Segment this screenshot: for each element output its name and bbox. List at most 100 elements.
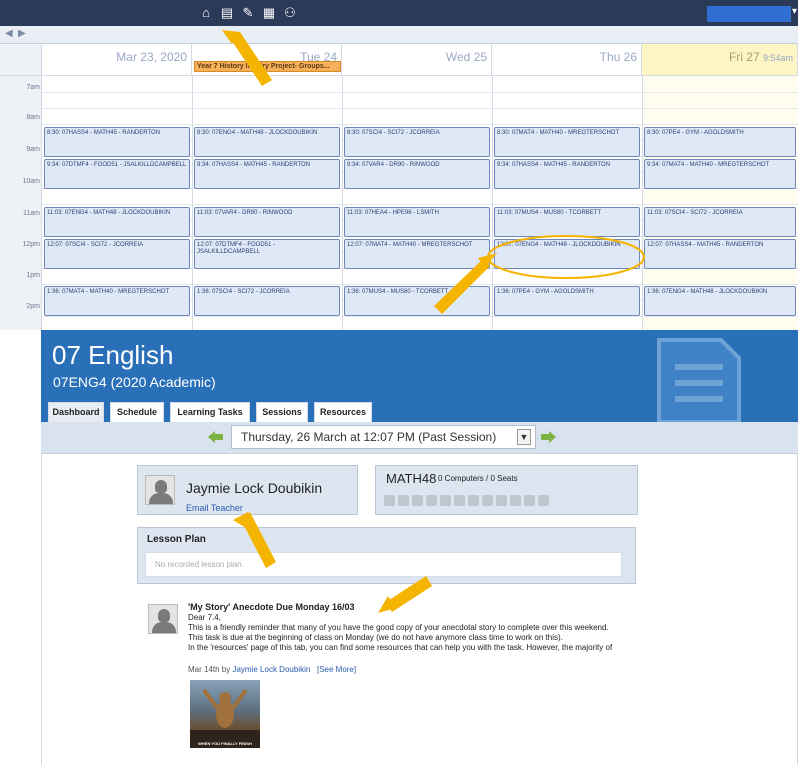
time-label: 9am	[26, 146, 40, 153]
equipment-icon	[538, 495, 549, 506]
user-menu[interactable]	[707, 6, 791, 22]
time-label: 10am	[22, 178, 40, 185]
post-line: This is a friendly reminder that many of…	[188, 623, 609, 632]
class-code: 07ENG4 (2020 Academic)	[53, 374, 216, 390]
time-label: 1pm	[26, 272, 40, 279]
room-equipment-icons	[384, 493, 552, 506]
post-date: Mar 14th by	[188, 665, 231, 674]
post-author-avatar	[148, 604, 178, 634]
equipment-icon	[440, 495, 451, 506]
chevron-down-icon[interactable]: ▼	[517, 429, 531, 445]
avatar	[145, 475, 175, 505]
calendar-nav: ◀ ▶	[0, 26, 798, 44]
post-line: Dear 7.4,	[188, 613, 221, 622]
class-event[interactable]: 8:30: 07MAT4 - MATH40 - MREGTERSCHOT	[494, 127, 640, 157]
class-event[interactable]: 12:07: 07DTMF4 - FOOD51 - JSALKILLDCAMPB…	[194, 239, 340, 269]
class-event[interactable]: 1:36: 07MUS4 - MUS80 - TCORBETT	[344, 286, 490, 316]
class-event[interactable]: 9:34: 07DTMF4 - FOOD51 - JSALKILLDCAMPBE…	[44, 159, 190, 189]
arrow-right-icon[interactable]	[541, 431, 556, 443]
class-event[interactable]: 12:07: 07HASS4 - MATH45 - RANDERTON	[644, 239, 796, 269]
page-title: 07 English	[52, 340, 174, 370]
teacher-name: Jaymie Lock Doubikin	[186, 480, 323, 496]
day-header[interactable]: Mar 23, 2020	[42, 44, 192, 76]
class-event[interactable]: 9:34: 07HASS4 - MATH45 - RANDERTON	[494, 159, 640, 189]
home-icon[interactable]: ⌂	[198, 5, 214, 21]
see-more-link[interactable]: [See More]	[317, 665, 356, 674]
equipment-icon	[398, 495, 409, 506]
corner-cell	[0, 44, 42, 76]
class-event[interactable]: 12:07: 07MAT4 - MATH40 - MREGTERSCHOT	[344, 239, 490, 269]
tab-learning-tasks[interactable]: Learning Tasks	[170, 402, 250, 422]
calendar-icon[interactable]: ▤	[219, 5, 235, 21]
arrow-left-icon[interactable]	[208, 431, 223, 443]
class-event[interactable]: 1:36: 07PE4 - GYM - AGOLDSMITH	[494, 286, 640, 316]
day-header[interactable]: Thu 26	[492, 44, 642, 76]
post-author-link[interactable]: Jaymie Lock Doubikin	[232, 665, 310, 674]
time-label: 11am	[23, 210, 40, 217]
equipment-icon	[482, 495, 493, 506]
class-event[interactable]: 11:03: 07SCI4 - SCI72 - JCORREIA	[644, 207, 796, 237]
session-select[interactable]: Thursday, 26 March at 12:07 PM (Past Ses…	[231, 425, 536, 449]
tab-resources[interactable]: Resources	[314, 402, 372, 422]
class-event[interactable]: 8:30: 07SCI4 - SCI72 - JCORREIA	[344, 127, 490, 157]
equipment-icon	[468, 495, 479, 506]
post-image[interactable]: WHEN YOU FINALLY FINISH	[190, 680, 260, 748]
class-dashboard: 07 English 07ENG4 (2020 Academic) Dashbo…	[41, 330, 798, 765]
session-select-value: Thursday, 26 March at 12:07 PM (Past Ses…	[241, 430, 497, 444]
class-event[interactable]: 8:30: 07HASS4 - MATH45 - RANDERTON	[44, 127, 190, 157]
time-label: 2pm	[26, 303, 40, 310]
post-title: 'My Story' Anecdote Due Monday 16/03	[188, 602, 355, 612]
class-event[interactable]: 11:03: 07VAR4 - DR90 - RINWOOD	[194, 207, 340, 237]
grid-icon[interactable]: ▦	[261, 5, 277, 21]
current-time: 9:54am	[762, 53, 793, 63]
class-event[interactable]: 11:03: 07MUS4 - MUS80 - TCORBETT	[494, 207, 640, 237]
class-event[interactable]: 11:03: 07ENG4 - MATH48 - JLOCKDOUBIKIN	[44, 207, 190, 237]
dashboard-body: Jaymie Lock Doubikin Email Teacher MATH4…	[41, 454, 798, 765]
lesson-plan-empty: No recorded lesson plan.	[145, 552, 622, 577]
post-line: This task is due at the beginning of cla…	[188, 633, 563, 642]
time-label: 12pm	[22, 241, 40, 248]
post-meta: Mar 14th by Jaymie Lock Doubikin [See Mo…	[188, 665, 356, 674]
teacher-card: Jaymie Lock Doubikin Email Teacher	[137, 465, 358, 515]
time-label: 8am	[26, 114, 40, 121]
class-event[interactable]: 1:36: 07SCI4 - SCI72 - JCORREIA	[194, 286, 340, 316]
equipment-icon	[496, 495, 507, 506]
prev-week-icon[interactable]: ◀	[5, 28, 13, 39]
class-event[interactable]: 1:36: 07ENG4 - MATH48 - JLOCKDOUBIKIN	[644, 286, 796, 316]
day-header-label: Wed 25	[445, 50, 487, 64]
tab-dashboard[interactable]: Dashboard	[48, 402, 104, 422]
allday-event[interactable]: Year 7 History Inquiry Project- Groups..…	[194, 61, 341, 72]
day-header-label: Fri 27	[728, 50, 760, 64]
equipment-icon	[454, 495, 465, 506]
day-header-today[interactable]: Fri 27 9:54am	[642, 44, 798, 76]
equipment-icon	[412, 495, 423, 506]
post-body: Dear 7.4, This is a friendly reminder th…	[188, 613, 688, 653]
lesson-plan-card: Lesson Plan No recorded lesson plan.	[137, 527, 636, 584]
class-event[interactable]: 12:07: 07SCI4 - SCI72 - JCORREIA	[44, 239, 190, 269]
class-event[interactable]: 9:34: 07VAR4 - DR90 - RINWOOD	[344, 159, 490, 189]
room-name: MATH48	[386, 471, 437, 486]
tab-sessions[interactable]: Sessions	[256, 402, 308, 422]
timetable-calendar: ⌂ ▤ ✎ ▦ ⚇ ▾ ◀ ▶ Mar 23, 2020 Tue 24 Wed …	[0, 0, 798, 330]
time-label: 7am	[26, 84, 40, 91]
room-info: 0 Computers / 0 Seats	[438, 474, 518, 483]
chevron-down-icon[interactable]: ▾	[792, 6, 797, 17]
class-event[interactable]: 1:36: 07MAT4 - MATH40 - MREGTERSCHOT	[44, 286, 190, 316]
edit-icon[interactable]: ✎	[240, 5, 256, 21]
class-event[interactable]: 9:34: 07HASS4 - MATH45 - RANDERTON	[194, 159, 340, 189]
tab-schedule[interactable]: Schedule	[110, 402, 164, 422]
class-event-highlighted[interactable]: 12:07: 07ENG4 - MATH48 - JLOCKDOUBIKIN	[494, 239, 640, 269]
equipment-icon	[524, 495, 535, 506]
class-event[interactable]: 8:30: 07PE4 - GYM - AGOLDSMITH	[644, 127, 796, 157]
class-event[interactable]: 8:30: 07ENG4 - MATH48 - JLOCKDOUBIKIN	[194, 127, 340, 157]
equipment-icon	[384, 495, 395, 506]
notebook-icon	[657, 338, 741, 422]
day-header-label: Thu 26	[599, 50, 637, 64]
next-week-icon[interactable]: ▶	[18, 28, 26, 39]
lesson-plan-title: Lesson Plan	[147, 534, 206, 545]
users-icon[interactable]: ⚇	[282, 5, 298, 21]
email-teacher-link[interactable]: Email Teacher	[186, 503, 243, 513]
day-header[interactable]: Wed 25	[342, 44, 492, 76]
class-event[interactable]: 9:34: 07MAT4 - MATH40 - MREGTERSCHOT	[644, 159, 796, 189]
class-event[interactable]: 11:03: 07HEA4 - HPE96 - LSMITH	[344, 207, 490, 237]
